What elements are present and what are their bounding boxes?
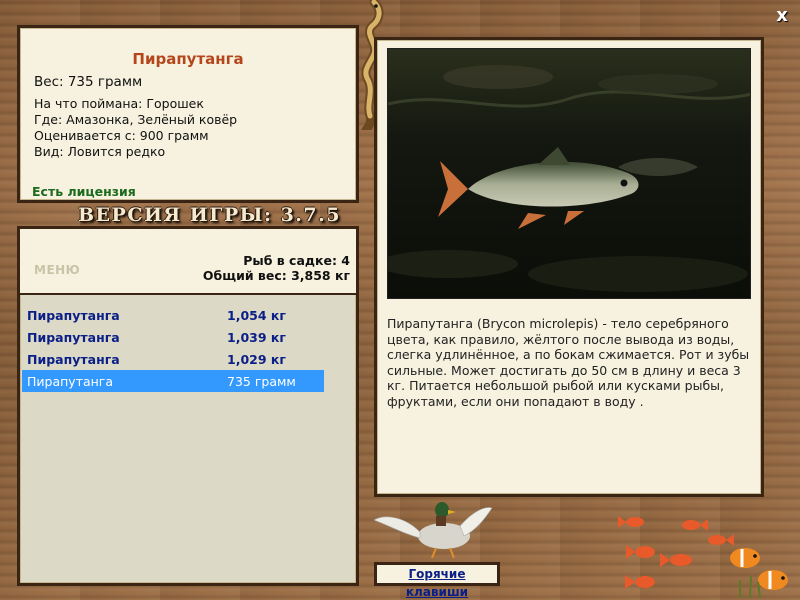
- fish-detail-panel: Пирапутанга (Brycon microlepis) - тело с…: [374, 37, 764, 497]
- catch-weight: 1,029 кг: [227, 352, 286, 367]
- fish-weight: Вес: 735 грамм: [34, 74, 143, 90]
- catch-name: Пирапутанга: [27, 374, 114, 389]
- catch-row[interactable]: Пирапутанга 1,054 кг: [22, 304, 324, 326]
- catch-row-selected[interactable]: Пирапутанга 735 грамм: [22, 370, 324, 392]
- catch-row[interactable]: Пирапутанга 1,029 кг: [22, 348, 324, 370]
- keeper-total-weight: Общий вес: 3,858 кг: [202, 268, 350, 283]
- catch-name: Пирапутанга: [27, 330, 120, 345]
- catch-name: Пирапутанга: [27, 308, 120, 323]
- catch-weight: 1,054 кг: [227, 308, 286, 323]
- catch-weight: 1,039 кг: [227, 330, 286, 345]
- catch-weight: 735 грамм: [227, 374, 296, 389]
- game-version: ВЕРСИЯ ИГРЫ: 3.7.5: [78, 204, 341, 226]
- fish-info-panel: Пирапутанга Вес: 735 грамм На что пойман…: [17, 25, 359, 203]
- fish-title: Пирапутанга: [132, 50, 244, 68]
- kind-info: Вид: Ловится редко: [34, 144, 166, 159]
- fish-description: Пирапутанга (Brycon microlepis) - тело с…: [387, 316, 750, 409]
- goldfish-decoration-icon: [618, 516, 788, 599]
- valued-from-info: Оценивается с: 900 грамм: [34, 128, 209, 143]
- catch-row[interactable]: Пирапутанга 1,039 кг: [22, 326, 324, 348]
- hotkeys-button[interactable]: Горячие клавиши: [374, 562, 500, 599]
- fish-photo: [387, 48, 751, 299]
- location-info: Где: Амазонка, Зелёный ковёр: [34, 112, 238, 127]
- keeper-count: Рыб в садке: 4: [243, 253, 350, 268]
- underwater-fish-image: [388, 49, 750, 298]
- menu-button[interactable]: МЕНЮ: [34, 263, 80, 277]
- bait-info: На что поймана: Горошек: [34, 96, 204, 111]
- license-status: Есть лицензия: [32, 184, 136, 199]
- keeper-header: МЕНЮ Рыб в садке: 4 Общий вес: 3,858 кг: [20, 229, 356, 295]
- catch-name: Пирапутанга: [27, 352, 120, 367]
- keeper-panel: МЕНЮ Рыб в садке: 4 Общий вес: 3,858 кг …: [17, 226, 359, 586]
- duck-decoration-icon: [374, 502, 493, 558]
- close-icon[interactable]: x: [772, 6, 792, 26]
- catch-list: Пирапутанга 1,054 кг Пирапутанга 1,039 к…: [22, 304, 324, 392]
